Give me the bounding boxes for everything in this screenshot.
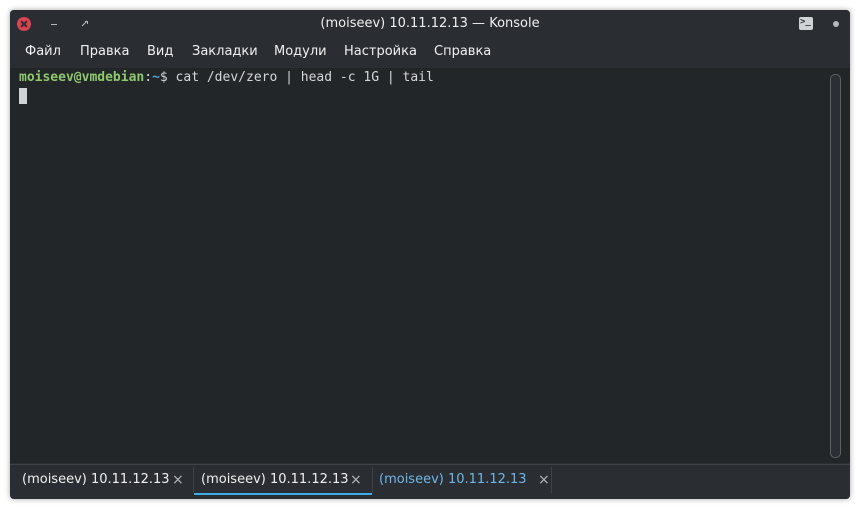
menu-view[interactable]: Вид	[147, 38, 173, 66]
close-icon[interactable]: ×	[172, 465, 184, 495]
text-cursor	[19, 88, 27, 104]
prompt-user-host: moiseev@vmdebian	[19, 70, 145, 85]
prompt-symbol: $	[159, 70, 176, 85]
tab-label: (moiseev) 10.11.12.13	[22, 472, 170, 487]
tab-separator	[551, 467, 552, 493]
prompt-path: ~	[152, 70, 160, 85]
menu-plugins[interactable]: Модули	[274, 38, 327, 66]
close-icon[interactable]: ×	[350, 465, 362, 495]
tab-bar: (moiseev) 10.11.12.13 × (moiseev) 10.11.…	[10, 464, 850, 499]
window-title: (moiseev) 10.11.12.13 — Konsole	[320, 16, 540, 31]
menu-bar: Файл Правка Вид Закладки Модули Настройк…	[10, 38, 850, 66]
tab-label: (moiseev) 10.11.12.13	[379, 472, 527, 487]
menu-settings[interactable]: Настройка	[344, 38, 417, 66]
command-text: cat /dev/zero | head -c 1G | tail	[175, 70, 434, 85]
scrollbar[interactable]	[830, 74, 841, 458]
scrollbar-track[interactable]	[830, 74, 841, 458]
terminal-area[interactable]: moiseev@vmdebian:~$ cat /dev/zero | head…	[10, 68, 850, 463]
konsole-window: (moiseev) 10.11.12.13 — Konsole >_ Файл …	[10, 10, 850, 499]
menu-help[interactable]: Справка	[434, 38, 491, 66]
active-tab-indicator	[194, 493, 372, 495]
close-icon[interactable]: ×	[538, 465, 550, 495]
command-line: moiseev@vmdebian:~$ cat /dev/zero | head…	[19, 70, 434, 86]
tab-label: (moiseev) 10.11.12.13	[201, 472, 349, 487]
prompt-colon: :	[144, 70, 153, 85]
dot-icon[interactable]	[833, 21, 839, 27]
menu-edit[interactable]: Правка	[80, 38, 129, 66]
tab-session-2[interactable]: (moiseev) 10.11.12.13 ×	[194, 465, 372, 495]
terminal-icon[interactable]: >_	[799, 17, 813, 30]
title-bar[interactable]: (moiseev) 10.11.12.13 — Konsole >_	[10, 10, 850, 38]
menu-file[interactable]: Файл	[25, 38, 61, 66]
tab-session-1[interactable]: (moiseev) 10.11.12.13 ×	[10, 465, 194, 495]
menu-bookmarks[interactable]: Закладки	[192, 38, 258, 66]
tab-session-3[interactable]: (moiseev) 10.11.12.13 ×	[372, 465, 552, 495]
